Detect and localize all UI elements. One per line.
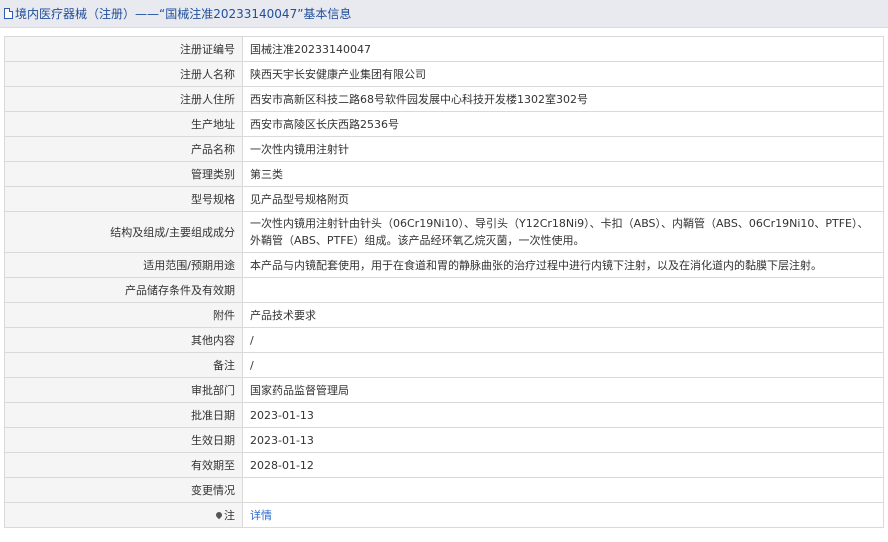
row-label: 备注: [4, 352, 243, 378]
row-value: 2023-01-13: [242, 427, 884, 453]
row-value: [242, 477, 884, 503]
table-row: 注册人住所 西安市高新区科技二路68号软件园发展中心科技开发楼1302室302号: [4, 86, 884, 112]
page-title: 境内医疗器械（注册）——“国械注准20233140047”基本信息: [15, 7, 352, 21]
row-value: 国械注准20233140047: [242, 36, 884, 62]
table-row: 批准日期 2023-01-13: [4, 402, 884, 428]
row-value: 2028-01-12: [242, 452, 884, 478]
row-label: 变更情况: [4, 477, 243, 503]
table-row: 结构及组成/主要组成成分 一次性内镜用注射针由针头（06Cr19Ni10）、导引…: [4, 211, 884, 253]
row-label: 批准日期: [4, 402, 243, 428]
row-value: 一次性内镜用注射针: [242, 136, 884, 162]
row-value: 本产品与内镜配套使用，用于在食道和胃的静脉曲张的治疗过程中进行内镜下注射，以及在…: [242, 252, 884, 278]
row-value: 见产品型号规格附页: [242, 186, 884, 212]
table-row: 有效期至 2028-01-12: [4, 452, 884, 478]
row-label: 注册人住所: [4, 86, 243, 112]
document-icon: [4, 8, 13, 19]
pin-icon: [214, 510, 224, 519]
row-label: 产品名称: [4, 136, 243, 162]
row-label: 注册证编号: [4, 36, 243, 62]
table-row: 变更情况: [4, 477, 884, 503]
table-row: 产品储存条件及有效期: [4, 277, 884, 303]
row-value: 一次性内镜用注射针由针头（06Cr19Ni10）、导引头（Y12Cr18Ni9）…: [242, 211, 884, 253]
details-link[interactable]: 详情: [250, 509, 272, 522]
note-value-cell: 详情: [242, 502, 884, 528]
row-label: 有效期至: [4, 452, 243, 478]
row-label: 型号规格: [4, 186, 243, 212]
row-label: 产品储存条件及有效期: [4, 277, 243, 303]
row-label: 适用范围/预期用途: [4, 252, 243, 278]
row-value: 西安市高陵区长庆西路2536号: [242, 111, 884, 137]
table-row: 生效日期 2023-01-13: [4, 427, 884, 453]
row-label: 审批部门: [4, 377, 243, 403]
row-value: 国家药品监督管理局: [242, 377, 884, 403]
page-header: 境内医疗器械（注册）——“国械注准20233140047”基本信息: [0, 0, 888, 28]
row-label: 生效日期: [4, 427, 243, 453]
row-label: 管理类别: [4, 161, 243, 187]
table-row: 注册人名称 陕西天宇长安健康产业集团有限公司: [4, 61, 884, 87]
table-row: 注册证编号 国械注准20233140047: [4, 36, 884, 62]
table-row: 产品名称 一次性内镜用注射针: [4, 136, 884, 162]
note-label-cell: 注: [4, 502, 243, 528]
row-value: 产品技术要求: [242, 302, 884, 328]
table-row: 其他内容 /: [4, 327, 884, 353]
table-row: 适用范围/预期用途 本产品与内镜配套使用，用于在食道和胃的静脉曲张的治疗过程中进…: [4, 252, 884, 278]
row-value: 2023-01-13: [242, 402, 884, 428]
row-value: [242, 277, 884, 303]
table-row: 审批部门 国家药品监督管理局: [4, 377, 884, 403]
table-row: 备注 /: [4, 352, 884, 378]
row-value: 陕西天宇长安健康产业集团有限公司: [242, 61, 884, 87]
row-label: 生产地址: [4, 111, 243, 137]
table-row: 管理类别 第三类: [4, 161, 884, 187]
row-label: 其他内容: [4, 327, 243, 353]
table-row: 附件 产品技术要求: [4, 302, 884, 328]
row-label: 附件: [4, 302, 243, 328]
row-value: 第三类: [242, 161, 884, 187]
table-row: 注 详情: [4, 502, 884, 528]
row-value: /: [242, 327, 884, 353]
row-label: 结构及组成/主要组成成分: [4, 211, 243, 253]
table-row: 生产地址 西安市高陵区长庆西路2536号: [4, 111, 884, 137]
row-value: 西安市高新区科技二路68号软件园发展中心科技开发楼1302室302号: [242, 86, 884, 112]
row-label: 注册人名称: [4, 61, 243, 87]
note-label: 注: [224, 508, 235, 522]
table-row: 型号规格 见产品型号规格附页: [4, 186, 884, 212]
info-table: 注册证编号 国械注准20233140047 注册人名称 陕西天宇长安健康产业集团…: [4, 36, 884, 528]
row-value: /: [242, 352, 884, 378]
